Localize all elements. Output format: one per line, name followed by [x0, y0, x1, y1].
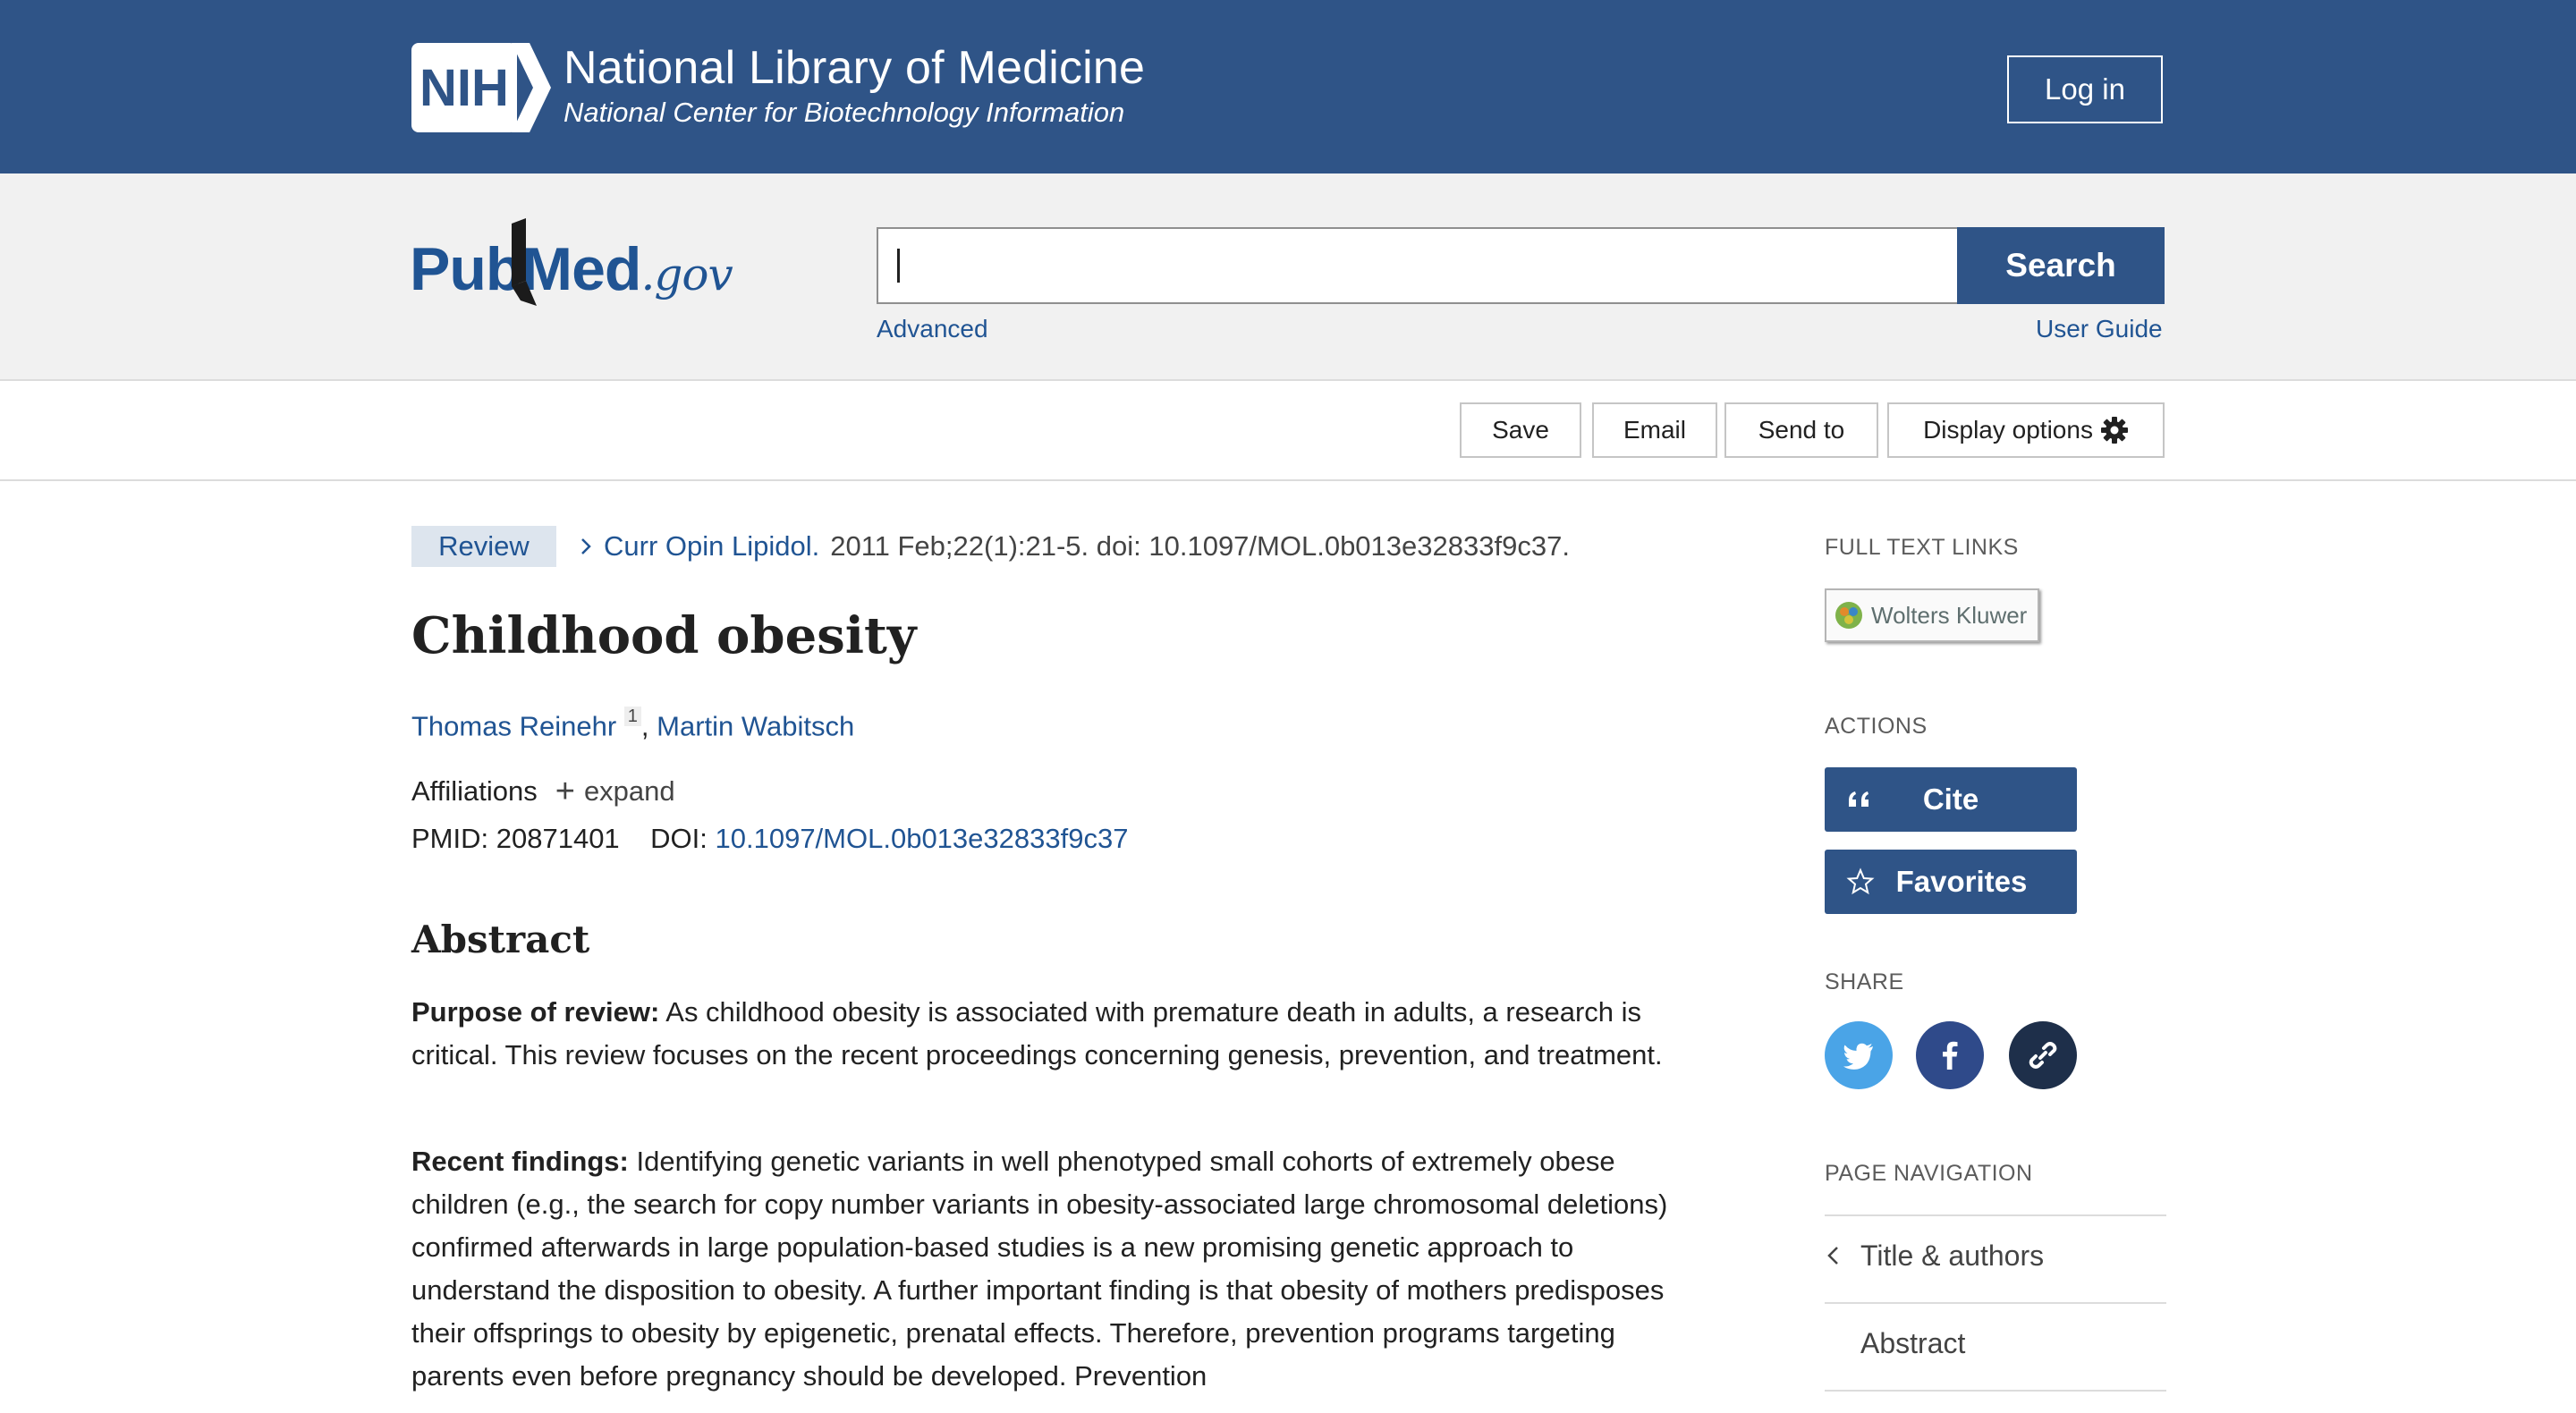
favorites-label: Favorites	[1895, 865, 2028, 898]
wolters-kluwer-logo-icon	[1835, 602, 1862, 629]
favorites-button[interactable]: Favorites	[1825, 850, 2077, 914]
share-heading: SHARE	[1825, 969, 1904, 994]
nav-divider	[1825, 1302, 2166, 1304]
facebook-icon	[1943, 1041, 1958, 1070]
publication-type-tag: Review	[411, 526, 556, 567]
journal-link[interactable]: Curr Opin Lipidol.	[604, 530, 819, 563]
email-button[interactable]: Email	[1592, 402, 1717, 458]
pmid-value: 20871401	[496, 823, 620, 854]
cite-button[interactable]: Cite	[1825, 767, 2077, 832]
affiliations-row: Affiliations + expand	[411, 774, 675, 808]
display-options-label: Display options	[1923, 416, 2093, 444]
affiliation-ref[interactable]: 1	[623, 706, 641, 726]
pubmed-book-icon	[512, 218, 537, 306]
abstract-heading: Abstract	[411, 918, 590, 961]
share-twitter-button[interactable]	[1825, 1021, 1893, 1089]
affiliations-label: Affiliations	[411, 775, 538, 807]
nih-subtitle: National Center for Biotechnology Inform…	[564, 97, 1125, 128]
doi-link[interactable]: 10.1097/MOL.0b013e32833f9c37	[716, 823, 1129, 854]
nih-header	[0, 0, 2576, 173]
search-input[interactable]	[877, 227, 1959, 304]
author-list: Thomas Reinehr 1, Martin Wabitsch	[411, 706, 854, 742]
citation-details: 2011 Feb;22(1):21-5. doi: 10.1097/MOL.0b…	[830, 530, 1570, 562]
full-text-links-heading: FULL TEXT LINKS	[1825, 535, 2019, 560]
pubmed-logo[interactable]: PubMed.gov	[410, 234, 733, 304]
nav-item-title-authors[interactable]: Title & authors	[1860, 1240, 2044, 1273]
advanced-search-link[interactable]: Advanced	[877, 315, 988, 343]
abstract-section-label: Purpose of review:	[411, 996, 660, 1028]
copy-link-button[interactable]	[2009, 1021, 2077, 1089]
actions-toolbar	[0, 381, 2576, 481]
nih-logo[interactable]: NIH	[411, 43, 551, 132]
cite-label: Cite	[1922, 783, 1979, 816]
article-title: Childhood obesity	[411, 606, 917, 665]
actions-heading: ACTIONS	[1825, 714, 1928, 739]
link-icon	[2029, 1042, 2057, 1069]
article-identifiers: PMID: 20871401 DOI: 10.1097/MOL.0b013e32…	[411, 823, 1128, 855]
chevron-left-icon[interactable]	[1825, 1243, 1843, 1268]
nih-title[interactable]: National Library of Medicine	[564, 41, 1145, 95]
gear-icon	[2100, 417, 2128, 444]
user-guide-link[interactable]: User Guide	[2036, 315, 2163, 343]
save-button[interactable]: Save	[1460, 402, 1581, 458]
author-separator: ,	[640, 710, 657, 742]
page-navigation-heading: PAGE NAVIGATION	[1825, 1161, 2033, 1186]
twitter-icon	[1843, 1043, 1873, 1070]
citation-line: Curr Opin Lipidol. 2011 Feb;22(1):21-5. …	[577, 526, 1570, 567]
author-link[interactable]: Thomas Reinehr	[411, 710, 616, 741]
display-options-button[interactable]: Display options	[1887, 402, 2165, 458]
share-facebook-button[interactable]	[1916, 1021, 1984, 1089]
pmid-label: PMID:	[411, 823, 489, 854]
chevron-right-icon[interactable]	[577, 537, 595, 556]
nav-divider	[1825, 1214, 2166, 1216]
expand-affiliations-button[interactable]: expand	[584, 775, 675, 808]
nih-logo-text: NIH	[419, 59, 509, 117]
abstract-section-label: Recent findings:	[411, 1146, 629, 1177]
search-button[interactable]: Search	[1957, 227, 2165, 304]
doi-label: DOI:	[650, 823, 708, 854]
pubmed-logo-suffix: .gov	[640, 249, 733, 300]
abstract-section: Purpose of review: As childhood obesity …	[411, 991, 1699, 1077]
author-link[interactable]: Martin Wabitsch	[657, 710, 854, 741]
wolters-kluwer-link[interactable]: Wolters Kluwer	[1825, 588, 2039, 642]
full-text-provider-label: Wolters Kluwer	[1871, 601, 2028, 629]
plus-icon[interactable]: +	[555, 774, 575, 808]
abstract-section-text: Identifying genetic variants in well phe…	[411, 1146, 1668, 1392]
nav-divider	[1825, 1390, 2166, 1392]
text-caret	[897, 249, 900, 283]
abstract-section: Recent findings: Identifying genetic var…	[411, 1140, 1699, 1398]
login-button[interactable]: Log in	[2007, 55, 2163, 123]
nav-item-abstract[interactable]: Abstract	[1860, 1327, 1965, 1360]
send-to-button[interactable]: Send to	[1724, 402, 1878, 458]
